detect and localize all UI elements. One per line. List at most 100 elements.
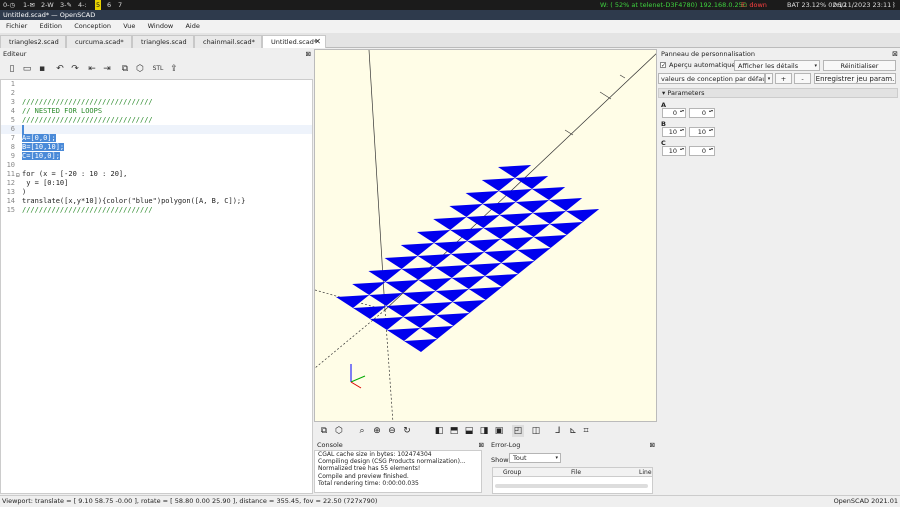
line-number: 12 [6, 179, 15, 187]
error-log-title: Error-Log [491, 441, 521, 449]
close-error-log-icon[interactable]: ⊠ [650, 441, 655, 450]
column-file[interactable]: File [571, 468, 581, 477]
column-group[interactable]: Group [503, 468, 521, 477]
remove-preset-button[interactable]: - [794, 73, 811, 84]
param-a-x[interactable]: 0 [662, 108, 686, 118]
show-axes-icon[interactable]: ⅃ [552, 425, 564, 437]
preset-select[interactable]: valeurs de conception par défaut [658, 73, 765, 84]
new-file-icon[interactable]: ▯ [6, 63, 18, 75]
view-front-icon[interactable]: ▣ [493, 425, 505, 437]
parameters-section-header[interactable]: ▾ Parameters [658, 88, 898, 98]
preset-dropdown-icon[interactable]: ▾ [765, 73, 773, 84]
details-select[interactable]: Afficher les détails ▾ [734, 60, 820, 71]
workspace-7[interactable]: 7 [117, 0, 123, 10]
param-c-y[interactable]: 0 [689, 146, 715, 156]
ruler-ticks [564, 74, 626, 136]
view-top-icon[interactable]: ⬒ [448, 425, 460, 437]
workspace-6[interactable]: 6 [106, 0, 112, 10]
menu-edition[interactable]: Edition [39, 22, 62, 30]
zoom-out-icon[interactable]: ⊖ [386, 425, 398, 437]
tab-chainmail[interactable]: chainmail.scad* [194, 35, 262, 48]
bluetooth-icon: ᛒ [892, 1, 896, 9]
model-triangle [385, 280, 419, 293]
tab-curcuma[interactable]: curcuma.scad* [66, 35, 132, 48]
param-b-y[interactable]: 10 [689, 127, 715, 137]
error-log-table: Group File Line [492, 467, 653, 494]
workspace-4[interactable]: 4-: [77, 0, 88, 10]
model-triangle [449, 204, 483, 217]
tab-triangles[interactable]: triangles.scad [132, 35, 194, 48]
menu-vue[interactable]: Vue [123, 22, 135, 30]
view-all-icon[interactable]: ⌕ [356, 425, 368, 437]
close-customizer-icon[interactable]: ⊠ [892, 50, 898, 58]
send-icon[interactable]: ⇪ [168, 63, 180, 75]
code-line: B=[10,10]; [22, 143, 65, 151]
details-value: Afficher les détails [738, 62, 799, 70]
show-filter-select[interactable]: Tout ▾ [509, 453, 561, 463]
view-left-icon[interactable]: ◨ [478, 425, 490, 437]
menu-conception[interactable]: Conception [74, 22, 111, 30]
auto-preview-checkbox[interactable]: ✓ [660, 62, 666, 69]
add-preset-button[interactable]: + [775, 73, 792, 84]
code-line: // NESTED FOR LOOPS [22, 107, 103, 115]
line-number: 9 [10, 152, 15, 160]
undo-icon[interactable]: ↶ [54, 63, 66, 75]
code-editor[interactable]: 1 2 3 4 5 6 7 8 9 10 11 12 13 14 15 ⊟ //… [0, 79, 313, 494]
close-console-icon[interactable]: ⊠ [479, 441, 484, 450]
model-triangle [465, 191, 499, 204]
menu-aide[interactable]: Aide [185, 22, 199, 30]
preview-icon[interactable]: ⧉ [119, 63, 131, 75]
close-tab-icon[interactable]: ✕ [314, 36, 321, 48]
model-triangle [549, 222, 583, 235]
console-output[interactable]: CGAL cache size in bytes: 102474304 Comp… [314, 450, 482, 493]
reset-view-icon[interactable]: ↻ [401, 425, 413, 437]
show-scale-icon[interactable]: ⊾ [567, 425, 579, 437]
editor-title: Editeur [3, 50, 27, 58]
workspace-2[interactable]: 2-W [40, 0, 55, 10]
tab-triangles2[interactable]: triangles2.scad [0, 35, 66, 48]
render-view-icon[interactable]: ⬡ [333, 425, 345, 437]
preview-view-icon[interactable]: ⧉ [318, 425, 330, 437]
gizmo-x [350, 381, 362, 389]
perspective-icon[interactable]: ◰ [512, 425, 524, 437]
param-a-y[interactable]: 0 [689, 108, 715, 118]
axes [315, 50, 656, 421]
save-icon[interactable]: ▪ [36, 63, 48, 75]
tab-untitled[interactable]: Untitled.scad* ✕ [262, 35, 326, 48]
unindent-icon[interactable]: ⇤ [86, 63, 98, 75]
workspace-5[interactable]: 5 [95, 0, 102, 10]
workspace-1[interactable]: 1-✉ [22, 0, 36, 10]
render-icon[interactable]: ⬡ [134, 63, 146, 75]
view-bottom-icon[interactable]: ⬓ [463, 425, 475, 437]
param-c-x[interactable]: 10 [662, 146, 686, 156]
workspace-3[interactable]: 3-✎ [59, 0, 73, 10]
model-triangle [532, 187, 566, 200]
workspace-0[interactable]: 0-◷ [2, 0, 16, 10]
save-preset-button[interactable]: Enregistrer jeu param. [814, 73, 896, 84]
model-triangle [466, 215, 500, 228]
reset-button[interactable]: Réinitialiser [823, 60, 896, 71]
3d-viewport[interactable] [314, 49, 657, 422]
console-title: Console [317, 441, 343, 449]
menu-window[interactable]: Window [148, 22, 174, 30]
close-panel-icon[interactable]: ⊠ [306, 49, 311, 59]
orthogonal-icon[interactable]: ◫ [530, 425, 542, 437]
horizontal-scrollbar[interactable] [495, 484, 648, 488]
open-file-icon[interactable]: ▭ [21, 63, 33, 75]
model-triangle [401, 267, 435, 280]
menu-fichier[interactable]: Fichier [6, 22, 27, 30]
console-line: Total rendering time: 0:00:00.035 [318, 479, 419, 487]
model-triangle [419, 302, 453, 315]
view-right-icon[interactable]: ◧ [433, 425, 445, 437]
code-line: ) [22, 188, 27, 196]
redo-icon[interactable]: ↷ [69, 63, 81, 75]
show-edges-icon[interactable]: ⌗ [580, 425, 592, 437]
export-stl-icon[interactable]: STL [152, 63, 164, 75]
model-triangle [451, 276, 485, 289]
zoom-in-icon[interactable]: ⊕ [371, 425, 383, 437]
column-line[interactable]: Line [639, 468, 652, 477]
param-b-x[interactable]: 10 [662, 127, 686, 137]
fold-marker-icon[interactable]: ⊟ [16, 172, 20, 179]
indent-icon[interactable]: ⇥ [101, 63, 113, 75]
console-line: Normalized tree has 55 elements! [318, 465, 421, 473]
